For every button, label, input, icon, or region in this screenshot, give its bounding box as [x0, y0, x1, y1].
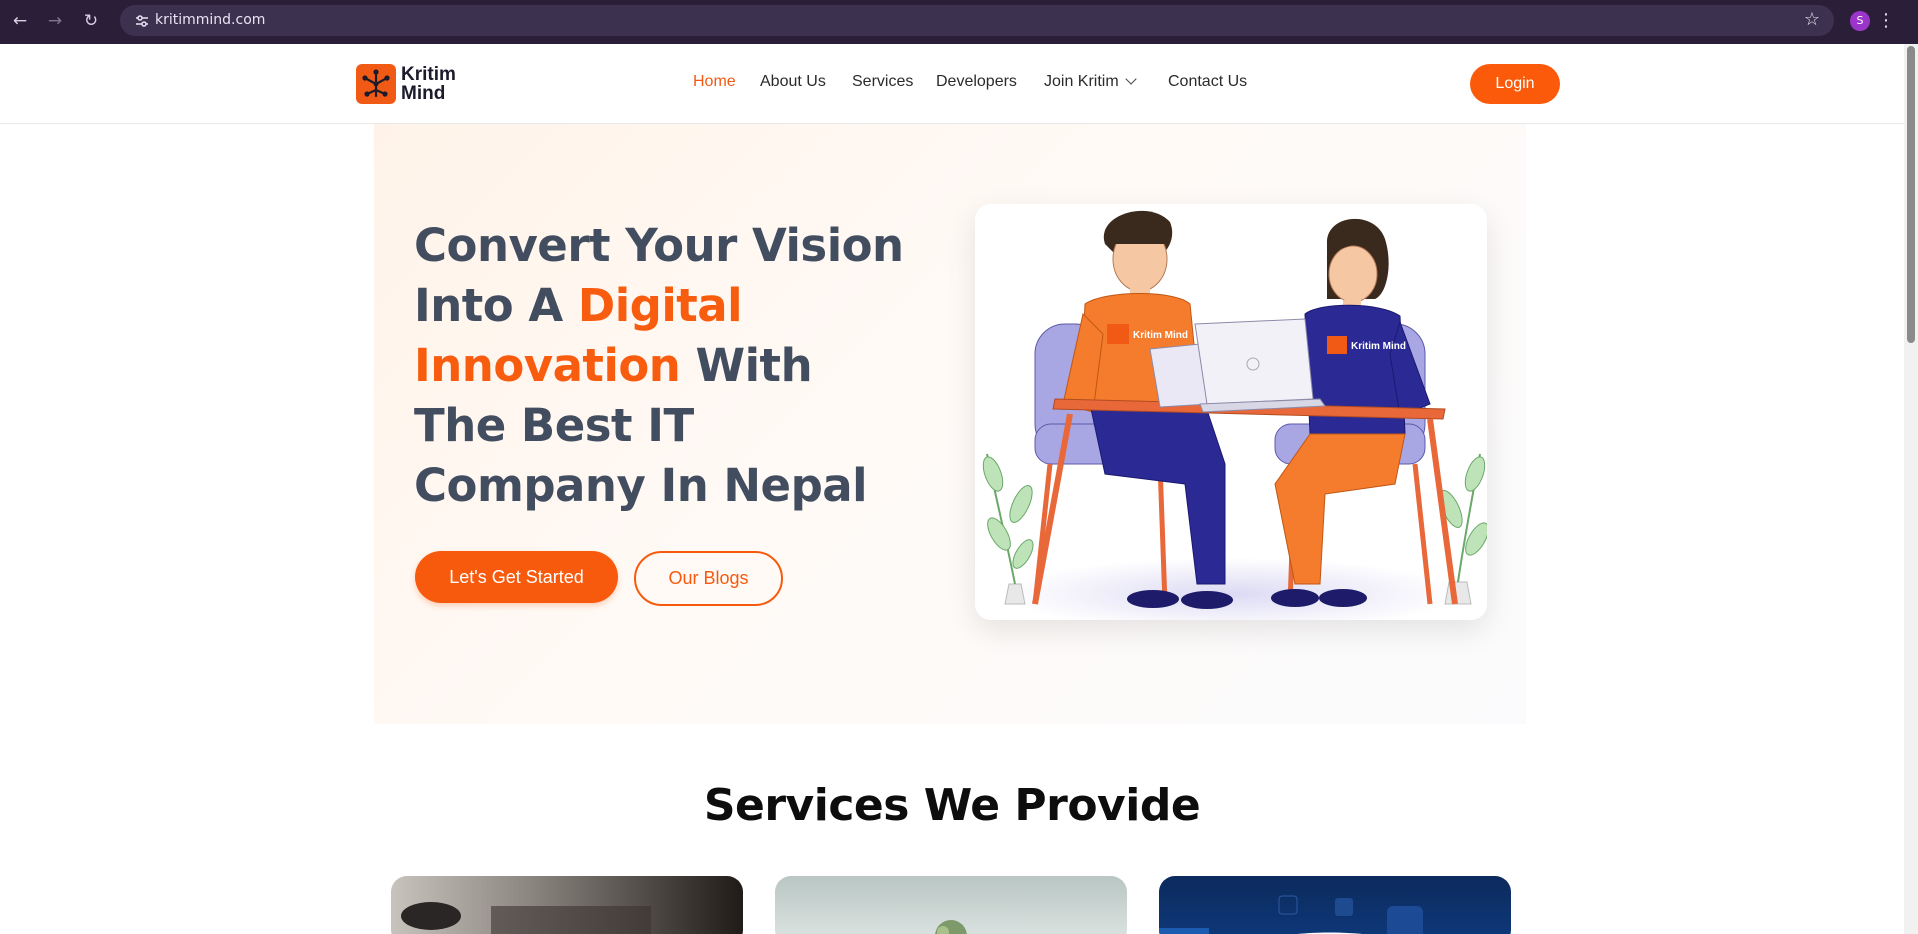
reload-icon[interactable]: ↻ [79, 9, 103, 33]
browser-toolbar: ← → ↻ kritimmind.com ☆ S ⋮ [0, 0, 1918, 44]
service-card-1-image [401, 902, 651, 934]
nav-services[interactable]: Services [852, 73, 913, 91]
nav-join-kritim[interactable]: Join Kritim [1044, 73, 1137, 91]
nav-join-kritim-label: Join Kritim [1044, 73, 1119, 90]
hero-illustration: Kritim Mind Kritim Mind [975, 204, 1487, 620]
services-heading: Services We Provide [703, 780, 1201, 831]
our-blogs-button[interactable]: Our Blogs [634, 551, 783, 606]
scrollbar-thumb[interactable] [1907, 46, 1915, 343]
site-settings-icon[interactable] [134, 13, 150, 29]
nav-about-us[interactable]: About Us [760, 73, 826, 91]
team-working-illustration: Kritim Mind Kritim Mind [975, 204, 1487, 620]
logo-text: Kritim Mind [401, 64, 456, 104]
logo-mark-icon [356, 64, 396, 104]
profile-avatar[interactable]: S [1850, 11, 1870, 31]
address-bar[interactable]: kritimmind.com ☆ [120, 5, 1834, 36]
svg-text:Kritim Mind: Kritim Mind [1351, 341, 1406, 352]
nav-developers[interactable]: Developers [936, 73, 1017, 91]
svg-text:Kritim Mind: Kritim Mind [1133, 330, 1188, 341]
site-header: Kritim Mind Home About Us Services Devel… [0, 44, 1904, 124]
chevron-down-icon [1125, 73, 1137, 85]
page-scrollbar[interactable] [1904, 44, 1918, 934]
service-card-2[interactable] [775, 876, 1127, 934]
hero-section: Convert Your Vision Into A Digital Innov… [374, 124, 1526, 724]
hero-title: Convert Your Vision Into A Digital Innov… [414, 216, 914, 516]
url-text[interactable]: kritimmind.com [155, 5, 265, 36]
login-button[interactable]: Login [1470, 64, 1560, 104]
bookmark-star-icon[interactable]: ☆ [1804, 9, 1820, 31]
service-card-3[interactable] [1159, 876, 1511, 934]
service-card-3-image [1159, 895, 1423, 934]
nav-contact-us[interactable]: Contact Us [1168, 73, 1247, 91]
back-icon[interactable]: ← [8, 9, 32, 33]
browser-menu-icon[interactable]: ⋮ [1876, 9, 1896, 33]
service-card-2-image [935, 920, 967, 934]
forward-icon[interactable]: → [43, 9, 67, 33]
get-started-button[interactable]: Let's Get Started [415, 551, 618, 603]
nav-home[interactable]: Home [693, 73, 736, 91]
service-card-1[interactable] [391, 876, 743, 934]
